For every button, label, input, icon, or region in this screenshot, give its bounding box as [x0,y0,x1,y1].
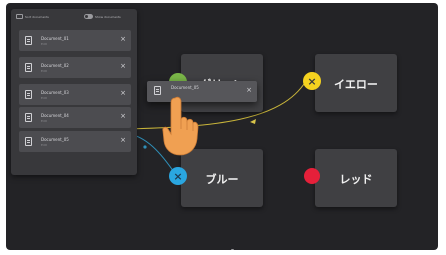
blue-port-icon[interactable]: × [169,167,187,185]
red-port-icon[interactable] [304,168,320,184]
document-name: Document_05 [41,137,69,142]
yellow-node-label: イエロー [334,78,378,91]
app-canvas: Sort documents Show documents Document_0… [6,3,438,250]
document-icon [25,36,32,45]
page-indicator [231,249,234,250]
document-item[interactable]: Document_02 Edit × [19,57,131,78]
document-item[interactable]: Document_05 Edit × [19,131,131,152]
document-icon [154,86,161,95]
document-item[interactable]: Document_01 Edit × [19,30,131,51]
sort-icon [16,14,23,19]
toggle-icon [84,14,93,19]
document-icon [25,113,32,122]
panel-header: Sort documents Show documents [16,14,132,26]
show-documents-toggle[interactable]: Show documents [84,14,121,19]
close-icon[interactable]: × [246,86,252,95]
document-subtitle: Edit [41,96,47,100]
hand-pointer-icon [162,96,199,156]
close-icon[interactable]: × [120,112,126,121]
document-icon [25,63,32,72]
close-icon[interactable]: × [120,89,126,98]
document-item[interactable]: Document_03 Edit × [19,84,131,105]
red-node-label: レッド [339,173,373,186]
dragged-document-name: Document_05 [171,85,199,90]
close-icon[interactable]: × [120,62,126,71]
show-documents-label: Show documents [95,14,121,19]
blue-node[interactable]: ブルー [181,149,263,207]
blue-node-label: ブルー [205,173,239,186]
document-subtitle: Edit [41,42,47,46]
document-subtitle: Edit [41,69,47,73]
document-icon [25,90,32,99]
close-icon[interactable]: × [120,35,126,44]
yellow-port-icon[interactable]: × [303,72,321,90]
wire-arrow-icon [250,119,256,124]
document-item[interactable]: Document_04 Edit × [19,107,131,128]
document-name: Document_01 [41,36,69,41]
document-name: Document_04 [41,113,69,118]
document-name: Document_03 [41,90,69,95]
yellow-node[interactable]: イエロー [315,54,397,112]
document-subtitle: Edit [41,119,47,123]
close-icon[interactable]: × [120,136,126,145]
sort-label: Sort documents [25,14,49,19]
red-node[interactable]: レッド [315,149,397,207]
document-panel: Sort documents Show documents Document_0… [11,9,137,175]
wire-joint-dot [143,145,147,149]
document-icon [25,137,32,146]
sort-option[interactable]: Sort documents [16,14,49,19]
document-name: Document_02 [41,63,69,68]
document-subtitle: Edit [41,143,47,147]
